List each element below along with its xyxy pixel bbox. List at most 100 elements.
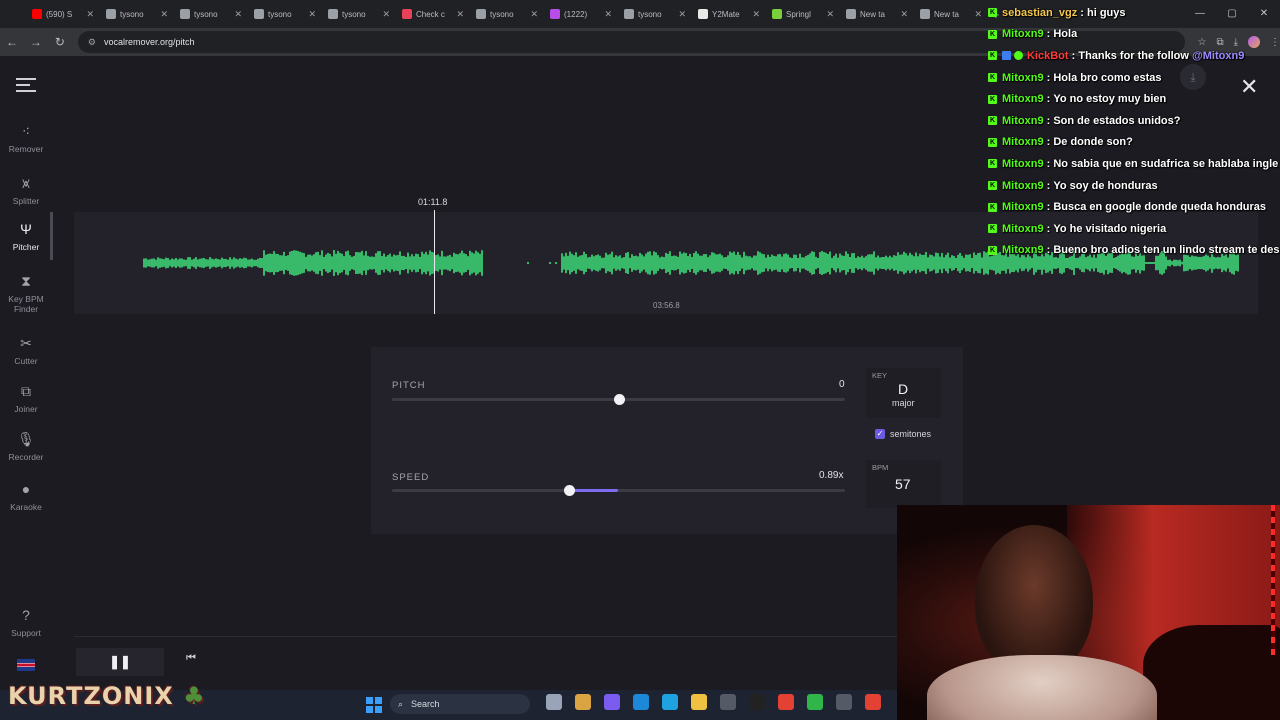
- file-explorer-icon[interactable]: [691, 694, 707, 710]
- close-tab-icon[interactable]: ✕: [678, 9, 686, 20]
- close-tab-icon[interactable]: ✕: [604, 9, 612, 20]
- tree-icon: ♣: [183, 682, 206, 710]
- browser-tab[interactable]: (1222) ✕: [544, 2, 618, 26]
- sidebar-item-key-bpm-finder[interactable]: ⧗ Key BPM Finder: [0, 272, 52, 314]
- close-tab-icon[interactable]: ✕: [382, 9, 390, 20]
- browser-tab[interactable]: New ta ✕: [840, 2, 914, 26]
- checkbox-checked-icon[interactable]: ✓: [875, 429, 885, 439]
- close-tab-icon[interactable]: ✕: [752, 9, 760, 20]
- taskbar-apps: [546, 694, 881, 710]
- browser-tab[interactable]: tysono ✕: [174, 2, 248, 26]
- browser-tab[interactable]: tysono ✕: [470, 2, 544, 26]
- chat-username[interactable]: Mitoxn9: [1002, 93, 1044, 105]
- globe-icon: [624, 9, 634, 19]
- chat-username[interactable]: Mitoxn9: [1002, 115, 1044, 127]
- chat-mention[interactable]: @Mitoxn9: [1192, 50, 1244, 62]
- chrome-active-icon[interactable]: [865, 694, 881, 710]
- close-tab-icon[interactable]: ✕: [530, 9, 538, 20]
- browser-tab[interactable]: tysono ✕: [322, 2, 396, 26]
- sidebar-item-label: Splitter: [12, 196, 40, 206]
- skip-back-icon[interactable]: ⏮: [186, 652, 196, 665]
- browser-tab[interactable]: Y2Mate ✕: [692, 2, 766, 26]
- chat-username[interactable]: Mitoxn9: [1002, 180, 1044, 192]
- browser-tab[interactable]: tysono ✕: [100, 2, 174, 26]
- sidebar-item-remover[interactable]: ⁖ Remover: [0, 122, 52, 154]
- kick-badge-icon: K: [988, 181, 997, 191]
- language-flag-icon[interactable]: [17, 659, 35, 671]
- sidebar-item-splitter[interactable]: ⩙ Splitter: [0, 174, 52, 206]
- close-tab-icon[interactable]: ✕: [234, 9, 242, 20]
- globe-icon: [106, 9, 116, 19]
- search-icon: ⌕: [398, 698, 404, 709]
- browser-tab[interactable]: tysono ✕: [618, 2, 692, 26]
- chat-message: K Mitoxn9 : Bueno bro adios ten un lindo …: [988, 240, 1280, 262]
- chat-message: K Mitoxn9 : Hola: [988, 24, 1280, 46]
- site-info-icon[interactable]: ⚙: [88, 37, 96, 48]
- close-tab-icon[interactable]: ✕: [308, 9, 316, 20]
- settings-icon[interactable]: [720, 694, 736, 710]
- chat-message: K Mitoxn9 : Hola bro como estas: [988, 67, 1280, 89]
- chat-username[interactable]: Mitoxn9: [1002, 244, 1044, 256]
- close-tab-icon[interactable]: ✕: [974, 9, 982, 20]
- sidebar-item-joiner[interactable]: ⧉ Joiner: [0, 382, 52, 414]
- tab-label: New ta: [934, 9, 959, 19]
- close-tab-icon[interactable]: ✕: [900, 9, 908, 20]
- browser-tab[interactable]: (590) S ✕: [26, 2, 100, 26]
- pitch-slider-handle[interactable]: [613, 394, 625, 405]
- browser-tab[interactable]: tysono ✕: [248, 2, 322, 26]
- chat-username[interactable]: Mitoxn9: [1002, 158, 1044, 170]
- kick-badge-icon: K: [988, 224, 997, 234]
- chat-username[interactable]: Mitoxn9: [1002, 72, 1044, 84]
- browser-tab[interactable]: Check c ✕: [396, 2, 470, 26]
- app-sidebar: ⁖ Remover ⩙ Splitter Ψ Pitcher ⧗ Key BPM Finder…: [0, 56, 53, 690]
- close-tab-icon[interactable]: ✕: [86, 9, 94, 20]
- back-icon[interactable]: ←: [0, 35, 24, 49]
- sidebar-item-karaoke[interactable]: ● Karaoke: [0, 480, 52, 512]
- chat-separator: :: [1043, 71, 1054, 84]
- chat-username[interactable]: Mitoxn9: [1002, 136, 1044, 148]
- close-tab-icon[interactable]: ✕: [456, 9, 464, 20]
- chat-username[interactable]: sebastian_vgz: [1002, 7, 1077, 19]
- browser-tab[interactable]: New ta ✕: [914, 2, 988, 26]
- speed-slider-handle[interactable]: [563, 485, 575, 496]
- sidebar-item-support[interactable]: ? Support: [0, 606, 52, 638]
- browser-tab[interactable]: Springl ✕: [766, 2, 840, 26]
- task-view-icon[interactable]: [546, 694, 562, 710]
- chat-username[interactable]: Mitoxn9: [1002, 201, 1044, 213]
- reload-icon[interactable]: ↻: [48, 35, 72, 49]
- pause-button[interactable]: ❚❚: [76, 648, 164, 676]
- sidebar-item-recorder[interactable]: 🎙 Recorder: [0, 430, 52, 462]
- copilot-icon[interactable]: [604, 694, 620, 710]
- capcut-icon[interactable]: [749, 694, 765, 710]
- app-icon[interactable]: [662, 694, 678, 710]
- close-tab-icon[interactable]: ✕: [826, 9, 834, 20]
- tab-label: Springl: [786, 9, 811, 19]
- pitch-label: PITCH: [392, 380, 426, 391]
- chrome-icon[interactable]: [778, 694, 794, 710]
- whatsapp-icon[interactable]: [807, 694, 823, 710]
- close-tab-icon[interactable]: ✕: [160, 9, 168, 20]
- webcam-overlay: [897, 505, 1280, 720]
- hamburger-menu-icon[interactable]: [16, 78, 36, 92]
- playhead[interactable]: [434, 210, 435, 314]
- store-icon[interactable]: [575, 694, 591, 710]
- media-player-icon[interactable]: [836, 694, 852, 710]
- forward-icon[interactable]: →: [24, 35, 48, 49]
- chat-separator: :: [1043, 179, 1054, 192]
- semitones-toggle[interactable]: ✓ semitones: [875, 429, 931, 439]
- sidebar-item-cutter[interactable]: ✂ Cutter: [0, 334, 52, 366]
- chat-username[interactable]: KickBot: [1027, 50, 1069, 62]
- tab-label: tysono: [194, 9, 218, 19]
- bot-badge-icon: [1002, 51, 1011, 61]
- taskbar-search[interactable]: ⌕ Search: [390, 694, 530, 714]
- edge-icon[interactable]: [633, 694, 649, 710]
- kick-badge-icon: K: [988, 51, 997, 61]
- chat-username[interactable]: Mitoxn9: [1002, 223, 1044, 235]
- windows-start-icon[interactable]: [366, 697, 382, 713]
- sidebar-item-label: Key BPM Finder: [8, 294, 44, 314]
- tab-label: (590) S: [46, 9, 73, 19]
- sidebar-item-pitcher[interactable]: Ψ Pitcher: [0, 220, 52, 252]
- speed-slider-track[interactable]: [392, 489, 845, 492]
- kick-badge-icon: K: [988, 137, 997, 147]
- chat-username[interactable]: Mitoxn9: [1002, 28, 1044, 40]
